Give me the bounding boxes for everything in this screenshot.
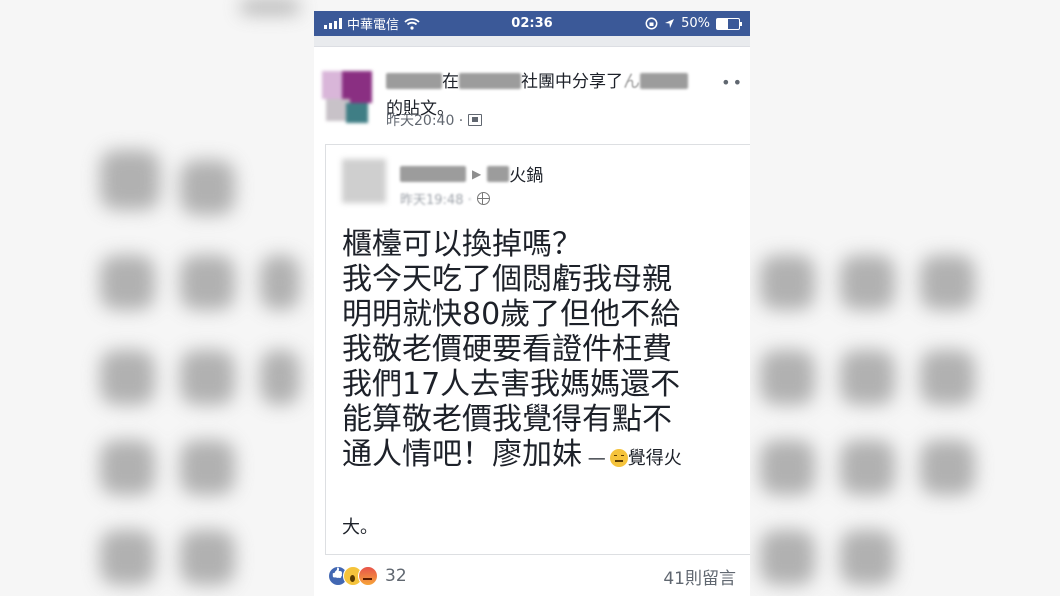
location-arrow-icon xyxy=(665,19,675,28)
signal-icon xyxy=(324,18,342,29)
share-tail-char: ん xyxy=(623,72,640,92)
angry-emoji-icon xyxy=(609,449,628,467)
shared-post-header: ▶ 火鍋 xyxy=(400,161,543,186)
redacted-poster-name[interactable] xyxy=(400,165,466,182)
privacy-group-icon xyxy=(468,114,483,126)
shared-post-timestamp[interactable]: 昨天19:48 · xyxy=(400,189,472,208)
nav-strip xyxy=(314,36,750,47)
redacted-page-name[interactable] xyxy=(487,165,510,182)
page-avatar[interactable] xyxy=(342,159,386,203)
blurred-background-left xyxy=(0,0,310,596)
wifi-icon xyxy=(404,17,420,30)
feeling-tail: 大。 xyxy=(342,517,378,538)
reaction-count[interactable]: 32 xyxy=(385,566,407,586)
feeling-text: 覺得火 xyxy=(627,448,682,469)
redacted-author-name[interactable] xyxy=(640,73,688,89)
redacted-group-name[interactable] xyxy=(459,73,521,89)
shared-post-card[interactable]: ▶ 火鍋 昨天19:48 · 櫃檯可以換掉嗎？ 我今天吃了個悶虧我母親 明明就快… xyxy=(325,144,750,555)
status-bar: 中華電信 02:36 50% xyxy=(314,11,750,36)
share-timestamp[interactable]: 昨天20:40 · xyxy=(386,110,463,130)
blurred-background-right xyxy=(750,0,1060,596)
comment-count[interactable]: 41則留言 xyxy=(663,564,736,589)
feeling-dash: — xyxy=(587,448,606,469)
share-header: 在社團中分享了ん 的貼文。 •• xyxy=(314,47,750,142)
page-name-suffix[interactable]: 火鍋 xyxy=(509,161,543,186)
share-group-text: 社團中分享了 xyxy=(521,72,623,92)
reactions-bar: 32 41則留言 xyxy=(314,561,750,591)
arrow-right-icon: ▶ xyxy=(472,166,482,181)
orientation-lock-icon xyxy=(645,17,658,30)
share-meta: 昨天20:40 · xyxy=(386,110,483,130)
shared-post-meta: 昨天19:48 · xyxy=(400,189,490,208)
globe-icon xyxy=(476,192,490,205)
battery-icon xyxy=(716,17,742,30)
phone-screenshot: 中華電信 02:36 50% 在社團中分享了ん 的貼文。 •• 昨天20:40 … xyxy=(314,11,750,596)
redacted-sharer-name[interactable] xyxy=(386,73,442,89)
sharer-avatar[interactable] xyxy=(322,71,376,125)
battery-percent: 50% xyxy=(681,16,710,31)
share-in-text: 在 xyxy=(442,72,459,92)
feeling-label: — 覺得火 xyxy=(582,448,682,469)
angry-icon[interactable] xyxy=(358,566,378,586)
post-body: 櫃檯可以換掉嗎？ 我今天吃了個悶虧我母親 明明就快80歲了但他不給 我敬老價硬要… xyxy=(342,227,738,476)
more-options-button[interactable]: •• xyxy=(721,73,744,92)
post-body-text: 櫃檯可以換掉嗎？ 我今天吃了個悶虧我母親 明明就快80歲了但他不給 我敬老價硬要… xyxy=(342,227,681,472)
carrier-label: 中華電信 xyxy=(347,18,400,33)
